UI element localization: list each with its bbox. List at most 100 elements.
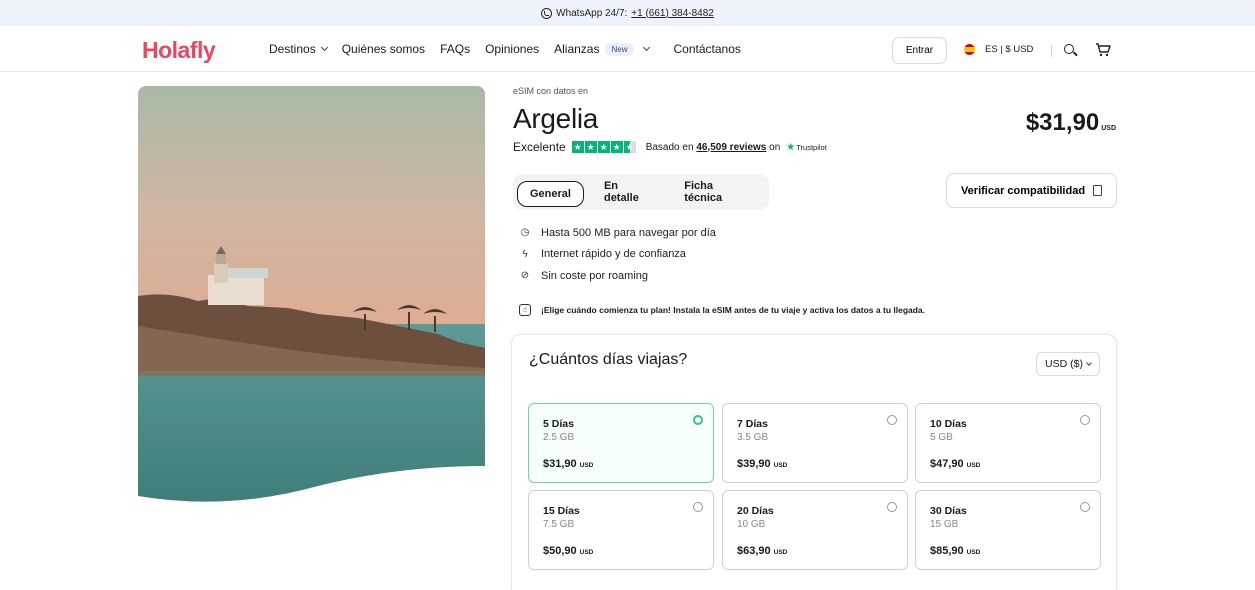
spain-flag-icon xyxy=(964,44,975,55)
chevron-down-icon xyxy=(642,43,650,52)
main-navbar: Holafly Destinos Quiénes somos FAQs Opin… xyxy=(0,26,1255,72)
plan-price-value: $47,90 xyxy=(930,458,964,470)
feature-item: ϟ Internet rápido y de confianza xyxy=(519,244,716,266)
radio-icon xyxy=(887,415,897,425)
plan-days: 15 Días xyxy=(543,505,580,517)
lightning-icon: ϟ xyxy=(522,248,528,260)
feature-text: Hasta 500 MB para navegar por día xyxy=(541,226,716,239)
main-price-value: $31,90 xyxy=(1025,109,1100,136)
plan-days: 20 Días xyxy=(737,505,774,517)
plan-price: $47,90 USD xyxy=(930,458,980,470)
plan-price-unit: USD xyxy=(773,549,788,556)
verify-label: Verificar compatibilidad xyxy=(960,184,1086,197)
menu-quienes-label: Quiénes somos xyxy=(341,42,426,56)
menu-alianzas[interactable]: Alianzas New xyxy=(554,42,650,56)
days-question: ¿Cuántos días viajas? xyxy=(529,351,688,368)
feature-list: ◷ Hasta 500 MB para navegar por día ϟ Inte… xyxy=(519,222,716,287)
chevron-down-icon xyxy=(320,43,328,52)
destination-photo xyxy=(138,86,485,506)
half-star-icon: ★ xyxy=(623,141,636,153)
currency-select-value: USD ($) xyxy=(1045,358,1083,370)
plan-option[interactable]: 10 Días 5 GB $47,90 USD xyxy=(915,403,1101,483)
rating-stars: ★ ★ ★ ★ ★ xyxy=(571,141,636,153)
tab-en-detalle[interactable]: En detalle xyxy=(592,174,664,210)
plan-price-value: $85,90 xyxy=(930,545,964,557)
plan-option[interactable]: 5 Días 2.5 GB $31,90 USD xyxy=(528,403,714,483)
product-tabs: General En detalle Ficha técnica xyxy=(513,174,769,210)
lighthouse-landscape-image xyxy=(138,86,485,506)
menu-opiniones[interactable]: Opiniones xyxy=(485,42,539,56)
clock-icon: ◷ xyxy=(520,227,530,239)
cart-icon[interactable] xyxy=(1095,43,1111,57)
plan-data: 2.5 GB xyxy=(543,432,575,443)
plan-data: 5 GB xyxy=(930,432,953,443)
radio-selected-icon xyxy=(693,415,703,425)
holafly-logo[interactable]: Holafly xyxy=(142,37,216,64)
menu-destinos[interactable]: Destinos xyxy=(269,42,328,56)
plan-price: $63,90 USD xyxy=(737,545,787,557)
rating-label: Excelente xyxy=(513,140,566,154)
activation-tip: ☝ ¡Elige cuándo comienza tu plan! Instal… xyxy=(519,304,925,316)
plan-data: 7.5 GB xyxy=(543,519,575,530)
plan-price-unit: USD xyxy=(773,462,788,469)
plan-option[interactable]: 30 Días 15 GB $85,90 USD xyxy=(915,490,1101,570)
plan-option[interactable]: 15 Días 7.5 GB $50,90 USD xyxy=(528,490,714,570)
plan-price: $39,90 USD xyxy=(737,458,787,470)
plan-days: 10 Días xyxy=(930,418,967,430)
new-badge: New xyxy=(605,42,634,56)
reviews-link[interactable]: 46,509 reviews xyxy=(696,142,766,153)
menu-quienes-somos[interactable]: Quiénes somos xyxy=(342,42,425,56)
trustpilot-star-icon: ★ xyxy=(786,141,796,153)
tab-ficha-tecnica[interactable]: Ficha técnica xyxy=(672,174,761,210)
radio-icon xyxy=(887,502,897,512)
feature-text: Sin coste por roaming xyxy=(541,269,648,282)
plan-price-unit: USD xyxy=(966,462,981,469)
search-icon[interactable] xyxy=(1064,44,1074,54)
reviews-text: Basado en 46,509 reviews on xyxy=(646,142,781,153)
star-icon: ★ xyxy=(584,141,597,153)
radio-icon xyxy=(1080,502,1090,512)
plan-price: $85,90 USD xyxy=(930,545,980,557)
star-icon: ★ xyxy=(610,141,623,153)
whatsapp-label: WhatsApp 24/7: xyxy=(556,7,628,19)
menu-opiniones-label: Opiniones xyxy=(485,42,540,56)
phone-link[interactable]: +1 (661) 384-8482 xyxy=(631,8,714,19)
menu-faqs[interactable]: FAQs xyxy=(440,42,470,56)
plan-price-unit: USD xyxy=(966,549,981,556)
language-currency-label: ES | $ USD xyxy=(985,44,1034,55)
page-title: Argelia xyxy=(513,103,599,134)
tab-general[interactable]: General xyxy=(517,180,584,207)
feature-text: Internet rápido y de confianza xyxy=(541,248,686,261)
plan-price-unit: USD xyxy=(579,462,594,469)
verify-compatibility-button[interactable]: Verificar compatibilidad xyxy=(946,173,1117,208)
feature-item: ⊘ Sin coste por roaming xyxy=(519,265,716,287)
star-icon: ★ xyxy=(597,141,610,153)
phone-check-icon xyxy=(1093,185,1103,196)
chevron-down-icon xyxy=(1086,359,1092,366)
product-eyebrow: eSIM con datos en xyxy=(513,86,589,96)
plan-days: 7 Días xyxy=(737,418,768,430)
plan-price: $50,90 USD xyxy=(543,545,593,557)
currency-select[interactable]: USD ($) xyxy=(1036,352,1100,376)
star-icon: ★ xyxy=(571,141,584,153)
login-button[interactable]: Entrar xyxy=(892,37,947,64)
plan-option[interactable]: 7 Días 3.5 GB $39,90 USD xyxy=(722,403,908,483)
menu-alianzas-label: Alianzas xyxy=(554,42,600,56)
plan-price-value: $31,90 xyxy=(543,458,577,470)
plan-option[interactable]: 20 Días 10 GB $63,90 USD xyxy=(722,490,908,570)
main-price: $31,90 USD xyxy=(1026,109,1116,137)
plan-selector-panel: ¿Cuántos días viajas? USD ($) 5 Días 2.5… xyxy=(511,334,1117,590)
top-contact-bar: WhatsApp 24/7: +1 (661) 384-8482 xyxy=(0,0,1255,26)
on-label: on xyxy=(769,141,781,153)
plan-days: 5 Días xyxy=(543,418,574,430)
plan-price: $31,90 USD xyxy=(543,458,593,470)
whatsapp-icon xyxy=(541,7,553,19)
radio-icon xyxy=(1080,415,1090,425)
language-currency-selector[interactable]: ES | $ USD xyxy=(964,44,1033,55)
plan-price-unit: USD xyxy=(579,549,594,556)
main-price-currency: USD xyxy=(1101,125,1116,132)
product-info: eSIM con datos en Argelia $31,90 USD Exce… xyxy=(513,86,1118,316)
menu-contactanos[interactable]: Contáctanos xyxy=(674,42,741,56)
hand-tap-icon: ☝ xyxy=(519,304,531,316)
trustpilot-logo: ★ Trustpilot xyxy=(786,142,827,153)
